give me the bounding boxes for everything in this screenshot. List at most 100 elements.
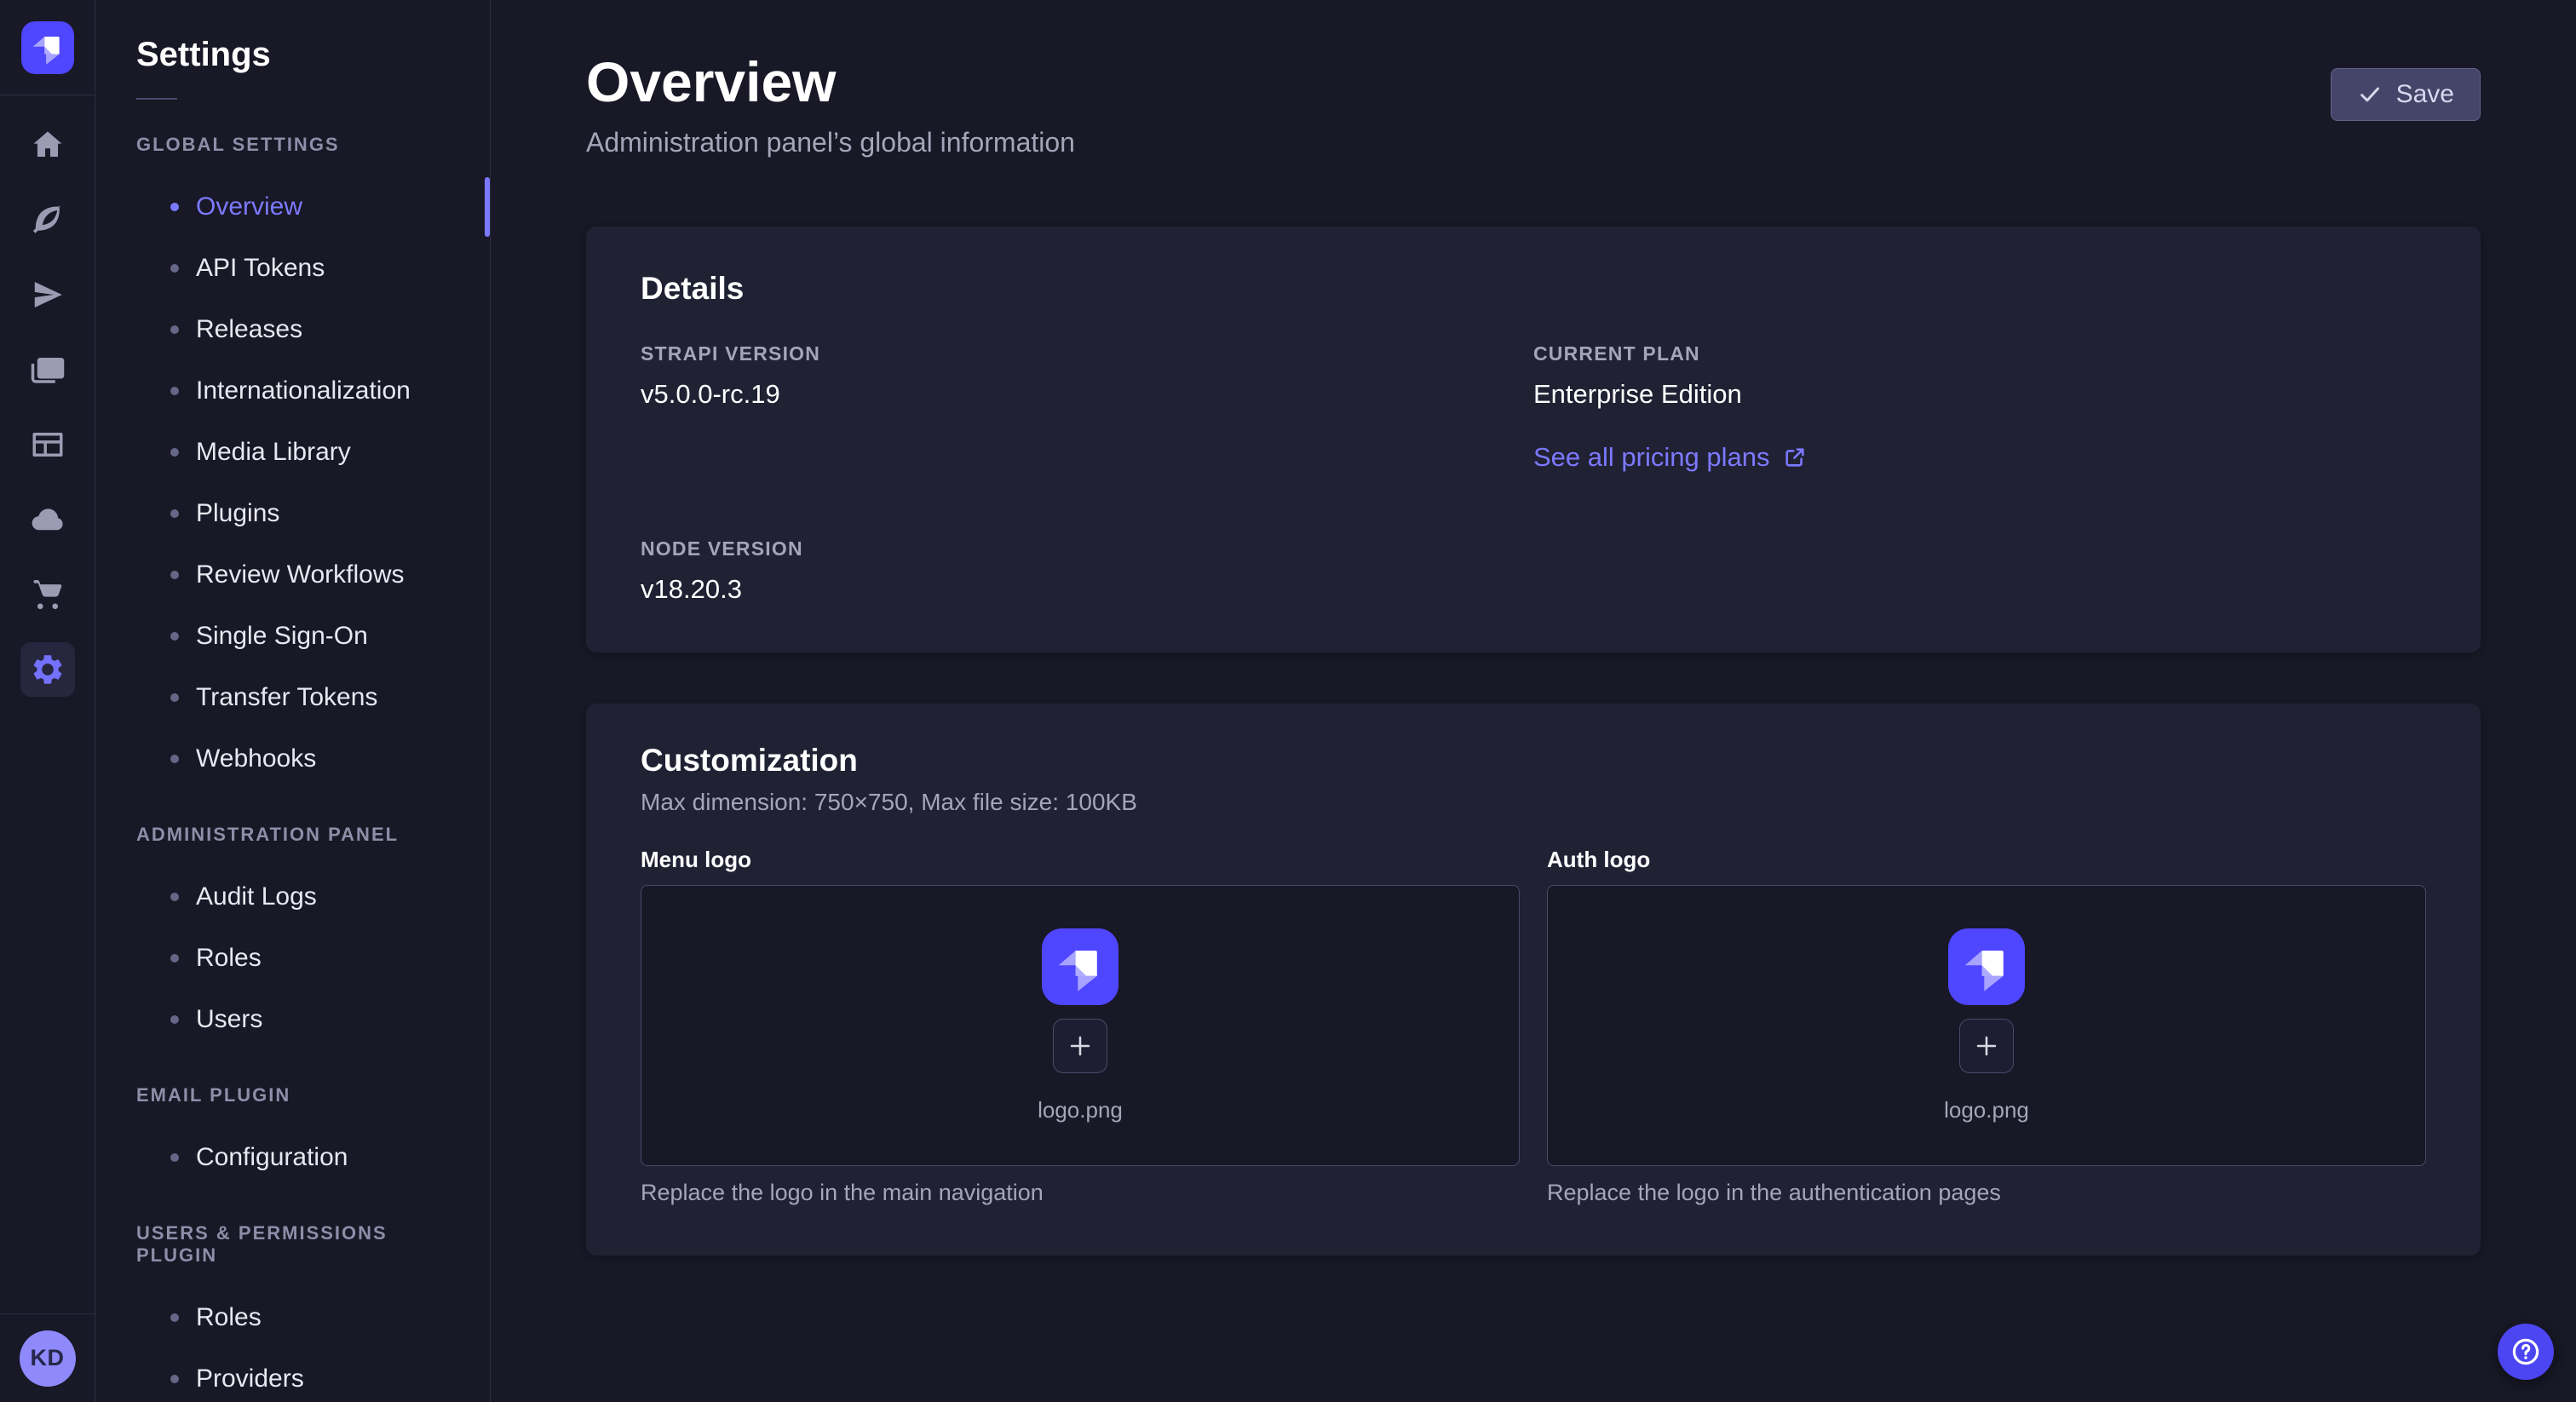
subnav-item-overview[interactable]: Overview — [95, 176, 490, 238]
external-link-icon — [1783, 445, 1807, 469]
app-root: KD Settings GLOBAL SETTINGS Overview API… — [0, 0, 2576, 1402]
bullet-icon — [170, 1015, 179, 1024]
current-plan-field: CURRENT PLAN Enterprise Edition See all … — [1533, 342, 2426, 473]
subnav-item-up-roles[interactable]: Roles — [95, 1287, 490, 1348]
bullet-icon — [170, 571, 179, 579]
customization-card: Customization Max dimension: 750×750, Ma… — [586, 704, 2481, 1255]
main-content: Overview Administration panel’s global i… — [491, 0, 2576, 1402]
subnav-item-label: Releases — [196, 315, 302, 344]
auth-logo-dropzone[interactable]: logo.png — [1547, 885, 2426, 1166]
menu-logo-file-name: logo.png — [1038, 1097, 1123, 1123]
rail-nav-buttons — [0, 95, 95, 697]
details-grid-spacer — [1533, 537, 2426, 605]
home-icon — [30, 127, 66, 163]
details-card: Details STRAPI VERSION v5.0.0-rc.19 CURR… — [586, 227, 2481, 652]
current-plan-value: Enterprise Edition — [1533, 379, 2426, 410]
strapi-version-value: v5.0.0-rc.19 — [641, 379, 1533, 410]
menu-logo-label: Menu logo — [641, 847, 1520, 873]
subnav-item-label: Configuration — [196, 1143, 348, 1172]
plus-icon — [1066, 1031, 1095, 1060]
cloud-icon — [30, 502, 66, 537]
strapi-version-label: STRAPI VERSION — [641, 342, 1533, 365]
page-title: Overview — [586, 53, 1075, 112]
subnav-item-internationalization[interactable]: Internationalization — [95, 360, 490, 422]
section-label-administration-panel: ADMINISTRATION PANEL — [136, 824, 449, 846]
node-version-label: NODE VERSION — [641, 537, 1533, 560]
subnav-item-label: Roles — [196, 944, 262, 973]
pricing-plans-link[interactable]: See all pricing plans — [1533, 442, 1807, 473]
page-subtitle: Administration panel’s global informatio… — [586, 127, 1075, 158]
bullet-icon — [170, 264, 179, 273]
subnav-item-label: Single Sign-On — [196, 622, 368, 651]
save-button-label: Save — [2396, 80, 2454, 109]
subnav-item-label: Overview — [196, 192, 302, 221]
menu-logo-add-button[interactable] — [1053, 1019, 1107, 1073]
subnav-item-email-configuration[interactable]: Configuration — [95, 1127, 490, 1188]
nav-deploy[interactable] — [20, 492, 75, 547]
nav-media-library[interactable] — [20, 342, 75, 397]
nav-releases[interactable] — [20, 267, 75, 322]
pricing-plans-link-label: See all pricing plans — [1533, 442, 1769, 473]
subnav-item-admin-roles[interactable]: Roles — [95, 928, 490, 989]
subnav-item-releases[interactable]: Releases — [95, 299, 490, 360]
subnav-item-label: Media Library — [196, 438, 351, 467]
node-version-field: NODE VERSION v18.20.3 — [641, 537, 1533, 605]
bullet-icon — [170, 893, 179, 901]
subnav-item-plugins[interactable]: Plugins — [95, 483, 490, 544]
nav-home[interactable] — [20, 118, 75, 172]
save-button[interactable]: Save — [2331, 68, 2481, 121]
subnav-item-review-workflows[interactable]: Review Workflows — [95, 544, 490, 606]
workspace-logo[interactable] — [0, 0, 95, 95]
section-label-users-permissions-plugin: USERS & PERMISSIONS PLUGIN — [136, 1222, 449, 1267]
strapi-logo-icon — [21, 21, 74, 74]
auth-logo-block: Auth logo logo.png Replace the logo in t… — [1547, 847, 2426, 1206]
nav-list-email-plugin: Configuration — [95, 1127, 490, 1188]
layout-icon — [30, 427, 66, 463]
bullet-icon — [170, 509, 179, 518]
cart-icon — [30, 577, 66, 612]
bullet-icon — [170, 954, 179, 962]
subnav-item-audit-logs[interactable]: Audit Logs — [95, 866, 490, 928]
current-plan-label: CURRENT PLAN — [1533, 342, 2426, 365]
nav-settings[interactable] — [20, 642, 75, 697]
strapi-logo-icon — [1948, 928, 2025, 1005]
subnav-item-label: Webhooks — [196, 744, 316, 773]
customization-card-subtitle: Max dimension: 750×750, Max file size: 1… — [641, 789, 2426, 816]
section-label-email-plugin: EMAIL PLUGIN — [136, 1084, 449, 1106]
bullet-icon — [170, 1153, 179, 1162]
nav-content-type-builder[interactable] — [20, 192, 75, 247]
strapi-version-field: STRAPI VERSION v5.0.0-rc.19 — [641, 342, 1533, 473]
subnav-item-label: Plugins — [196, 499, 279, 528]
subnav-item-label: Users — [196, 1005, 262, 1034]
bullet-icon — [170, 693, 179, 702]
user-avatar[interactable]: KD — [20, 1330, 76, 1387]
subnav-item-up-providers[interactable]: Providers — [95, 1348, 490, 1402]
section-label-global-settings: GLOBAL SETTINGS — [136, 134, 449, 156]
bullet-icon — [170, 755, 179, 763]
bullet-icon — [170, 632, 179, 641]
details-card-title: Details — [641, 271, 2426, 307]
settings-subnav: Settings GLOBAL SETTINGS Overview API To… — [95, 0, 491, 1402]
menu-logo-dropzone[interactable]: logo.png — [641, 885, 1520, 1166]
subnav-item-single-sign-on[interactable]: Single Sign-On — [95, 606, 490, 667]
subnav-item-transfer-tokens[interactable]: Transfer Tokens — [95, 667, 490, 728]
question-mark-icon — [2510, 1336, 2542, 1368]
subnav-item-media-library[interactable]: Media Library — [95, 422, 490, 483]
subnav-item-label: Providers — [196, 1365, 304, 1393]
plus-icon — [1972, 1031, 2001, 1060]
help-button[interactable] — [2498, 1324, 2554, 1380]
strapi-logo-icon — [1042, 928, 1118, 1005]
subnav-item-webhooks[interactable]: Webhooks — [95, 728, 490, 790]
logo-upload-grid: Menu logo logo.png Replace the logo in t… — [641, 847, 2426, 1206]
nav-content-manager[interactable] — [20, 417, 75, 472]
auth-logo-file-name: logo.png — [1944, 1097, 2029, 1123]
feather-icon — [30, 202, 66, 238]
nav-marketplace[interactable] — [20, 567, 75, 622]
subnav-item-label: Internationalization — [196, 376, 411, 405]
check-icon — [2357, 82, 2383, 107]
page-header-text: Overview Administration panel’s global i… — [586, 53, 1075, 158]
auth-logo-add-button[interactable] — [1959, 1019, 2014, 1073]
subnav-item-api-tokens[interactable]: API Tokens — [95, 238, 490, 299]
subnav-item-label: Transfer Tokens — [196, 683, 377, 712]
subnav-item-admin-users[interactable]: Users — [95, 989, 490, 1050]
